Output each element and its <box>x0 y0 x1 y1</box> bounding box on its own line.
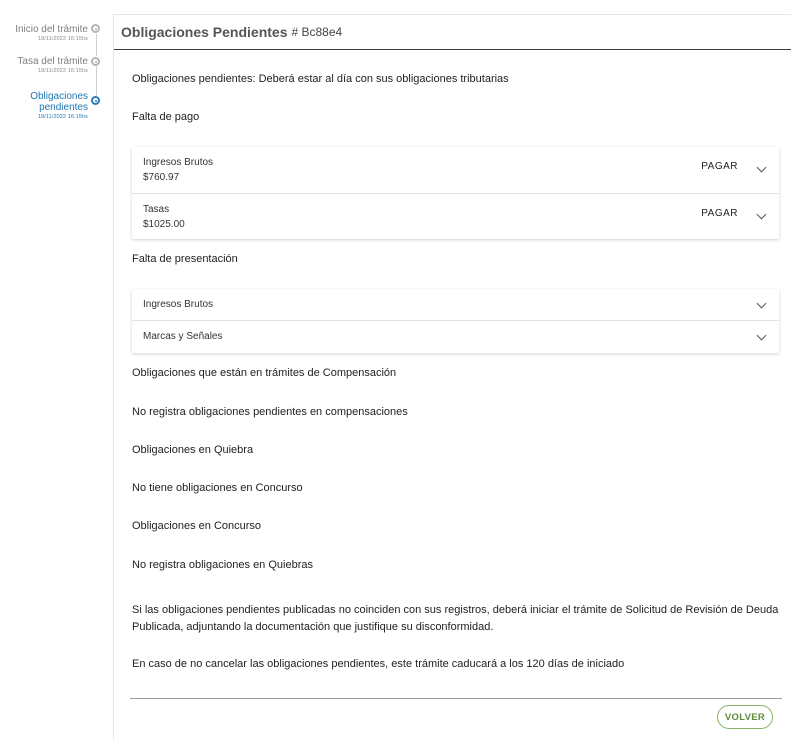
obligation-name: Ingresos Brutos <box>143 299 214 310</box>
step-circle-icon <box>91 57 100 66</box>
obligation-name: Tasas <box>143 204 170 215</box>
step-date: 18/11/2022 16:15hs <box>37 68 88 74</box>
section-title-quiebra: Obligaciones en Quiebra <box>132 444 254 456</box>
stepper-line <box>96 34 97 56</box>
step-label: Inicio del trámite <box>15 24 88 35</box>
section-title-concurso: Obligaciones en Concurso <box>132 520 262 532</box>
pay-button[interactable]: PAGAR <box>701 208 738 219</box>
pay-button[interactable]: PAGAR <box>701 161 738 172</box>
step-label-line1: Obligaciones <box>30 91 88 102</box>
obligation-amount: $1025.00 <box>143 219 185 230</box>
falta-pago-list: Ingresos Brutos $760.97 PAGAR Tasas $102… <box>132 147 779 239</box>
quiebra-text: No tiene obligaciones en Concurso <box>132 482 303 494</box>
falta-presentacion-list: Ingresos Brutos Marcas y Señales <box>132 289 779 353</box>
back-button[interactable]: VOLVER <box>717 705 773 729</box>
obligation-name: Marcas y Señales <box>143 331 223 342</box>
step-date: 18/11/2022 16:15hs <box>37 36 88 42</box>
list-item[interactable]: Marcas y Señales <box>132 321 779 353</box>
section-title-falta-presentacion: Falta de presentación <box>132 253 238 265</box>
compensacion-text: No registra obligaciones pendientes en c… <box>132 406 408 418</box>
page-title: Obligaciones Pendientes <box>121 24 288 40</box>
note-text-line2: Publicada, adjuntando la documentación q… <box>132 621 494 633</box>
section-title-falta-pago: Falta de pago <box>132 111 200 123</box>
chevron-down-icon[interactable] <box>756 209 767 220</box>
note-text-line1: Si las obligaciones pendientes publicada… <box>132 604 779 616</box>
list-item[interactable]: Tasas $1025.00 PAGAR <box>132 194 779 239</box>
progress-stepper: Inicio del trámite 18/11/2022 16:15hs Ta… <box>0 0 112 739</box>
intro-text: Obligaciones pendientes: Deberá estar al… <box>132 73 509 85</box>
panel-header: Obligaciones Pendientes # Bc88e4 <box>114 15 791 50</box>
step-label-line2: pendientes <box>39 102 88 113</box>
step-tasa[interactable]: Tasa del trámite 18/11/2022 16:15hs <box>17 56 88 75</box>
obligation-name: Ingresos Brutos <box>143 157 214 168</box>
chevron-down-icon[interactable] <box>756 298 767 309</box>
stepper-line <box>96 66 97 96</box>
step-obligaciones[interactable]: Obligaciones pendientes 18/11/2022 16:15… <box>30 91 88 121</box>
tramite-code: # Bc88e4 <box>291 25 343 39</box>
step-active-circle-icon <box>91 96 100 105</box>
chevron-down-icon[interactable] <box>756 162 767 173</box>
concurso-text: No registra obligaciones en Quiebras <box>132 559 313 571</box>
expiry-text: En caso de no cancelar las obligaciones … <box>132 658 625 670</box>
main-panel: Obligaciones Pendientes # Bc88e4 Obligac… <box>113 14 791 740</box>
step-date: 18/11/2022 16:15hs <box>37 114 88 120</box>
obligation-amount: $760.97 <box>143 172 180 183</box>
list-item[interactable]: Ingresos Brutos $760.97 PAGAR <box>132 147 779 194</box>
step-circle-icon <box>91 24 100 33</box>
divider <box>130 698 782 699</box>
step-inicio[interactable]: Inicio del trámite 18/11/2022 16:15hs <box>15 24 88 43</box>
list-item[interactable]: Ingresos Brutos <box>132 289 779 321</box>
chevron-down-icon[interactable] <box>756 330 767 341</box>
step-label: Tasa del trámite <box>17 56 88 67</box>
section-title-compensacion: Obligaciones que están en trámites de Co… <box>132 367 397 379</box>
